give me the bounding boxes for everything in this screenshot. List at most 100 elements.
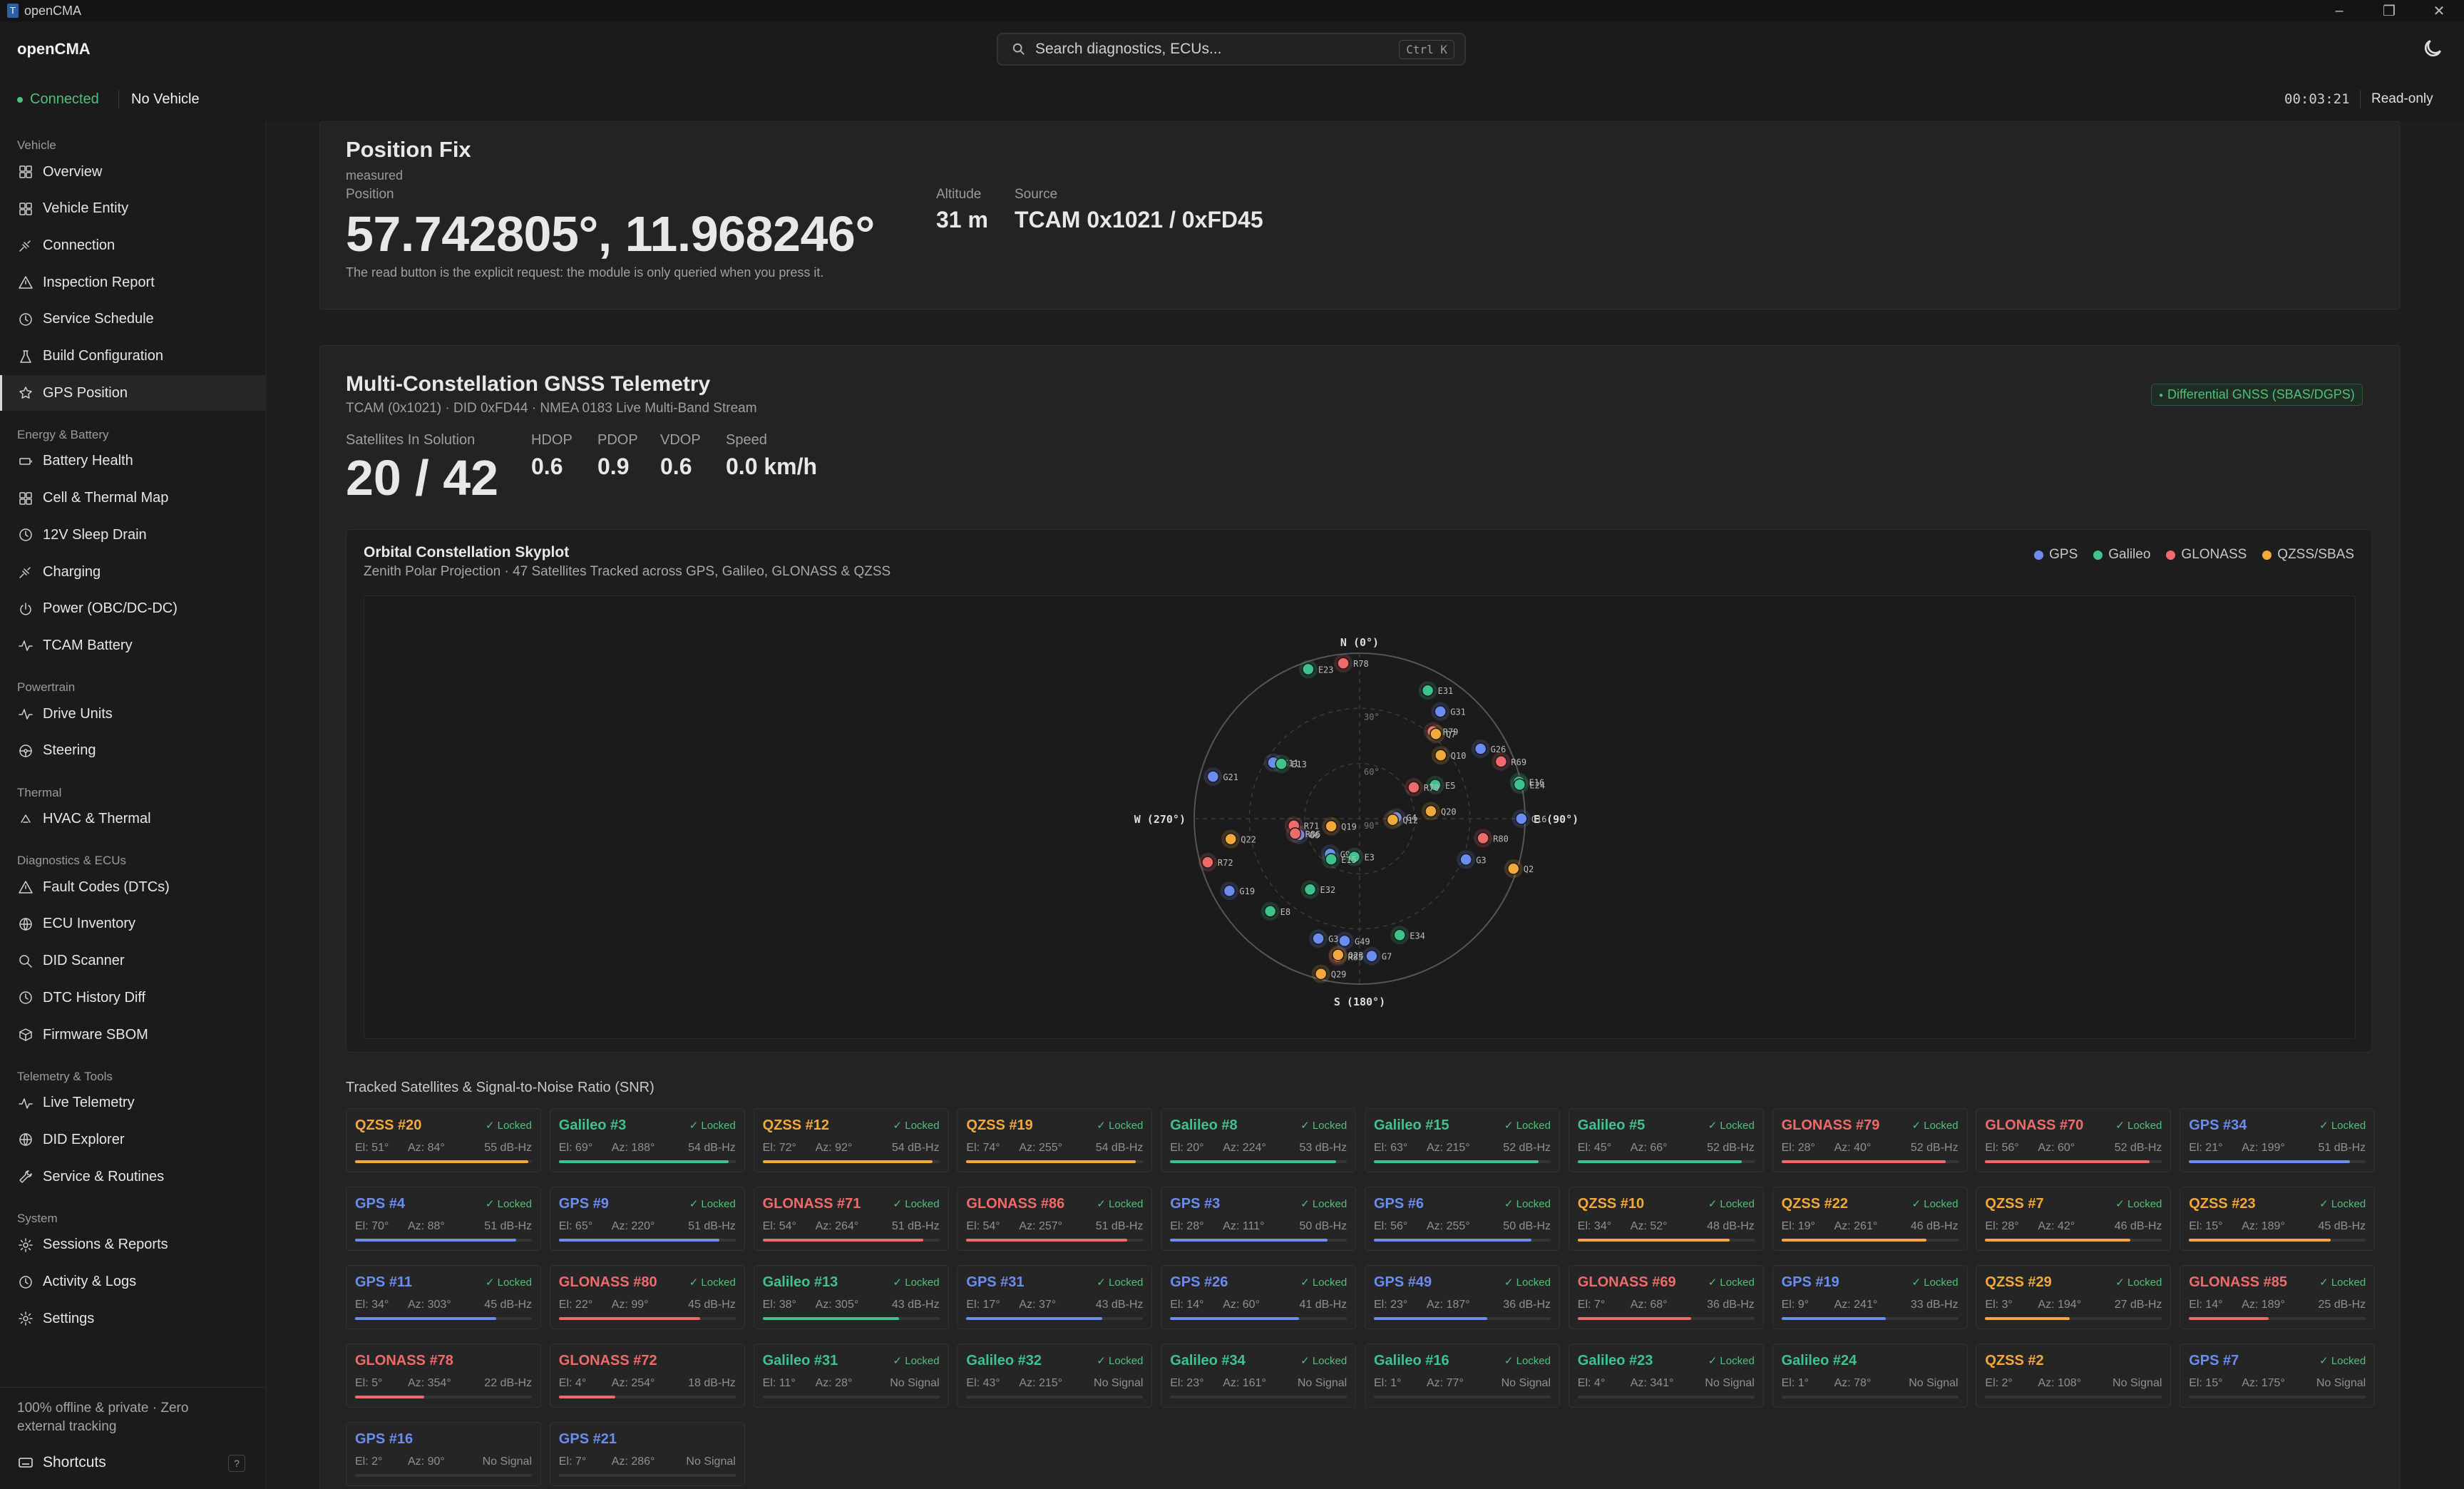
pulse-icon [19, 640, 33, 652]
snr-bar [1985, 1160, 2162, 1163]
skyplot-canvas[interactable]: N (0°) S (180°) E (90°) W (270°) 30° 60° 90° G3… [364, 595, 2356, 1039]
sidebar-item-activity-logs[interactable]: Activity & Logs [0, 1264, 265, 1300]
satellite-tile[interactable]: Galileo #13 ✓ Locked El: 38° Az: 305° 43 dB-… [753, 1265, 949, 1329]
sidebar-item-service-schedule[interactable]: Service Schedule [0, 302, 265, 337]
help-badge[interactable]: ? [228, 1455, 245, 1472]
satellite-tile[interactable]: QZSS #10 ✓ Locked El: 34° Az: 52° 48 dB-Hz [1568, 1187, 1764, 1251]
satellite-tile[interactable]: QZSS #12 ✓ Locked El: 72° Az: 92° 54 dB-Hz [753, 1108, 949, 1172]
satellite-tile[interactable]: GPS #34 ✓ Locked El: 21° Az: 199° 51 dB-Hz [2180, 1108, 2376, 1172]
satellite-tile[interactable]: Galileo #31 ✓ Locked El: 11° Az: 28° No Sign… [753, 1344, 949, 1408]
search-bar[interactable]: Search diagnostics, ECUs... Ctrl K [997, 33, 1466, 66]
satellite-name: Galileo #5 [1577, 1117, 1646, 1133]
satellite-tile[interactable]: Galileo #24 El: 1° Az: 78° No Signal [1772, 1344, 1968, 1408]
sidebar-item-drive-units[interactable]: Drive Units [0, 696, 265, 732]
satellite-tile[interactable]: GPS #7 ✓ Locked El: 15° Az: 175° No Signal [2180, 1344, 2376, 1408]
satellite-tile[interactable]: GPS #31 ✓ Locked El: 17° Az: 37° 43 dB-Hz [957, 1265, 1153, 1329]
satellite-tile[interactable]: Galileo #32 ✓ Locked El: 43° Az: 215° No Sig… [957, 1344, 1153, 1408]
satellite-tile[interactable]: QZSS #2 El: 2° Az: 108° No Signal [1976, 1344, 2172, 1408]
satellite-point [1494, 755, 1508, 768]
satellite-tile[interactable]: QZSS #7 ✓ Locked El: 28° Az: 42° 46 dB-Hz [1976, 1187, 2172, 1251]
satellite-tile[interactable]: GLONASS #69 ✓ Locked El: 7° Az: 68° 36 dB-Hz [1568, 1265, 1764, 1329]
satellite-tile[interactable]: GPS #49 ✓ Locked El: 23° Az: 187° 36 dB-Hz [1365, 1265, 1560, 1329]
snr-bar-fill [1170, 1317, 1300, 1320]
satellite-tile[interactable]: GPS #3 ✓ Locked El: 28° Az: 111° 50 dB-Hz [1161, 1187, 1357, 1251]
satellite-tile[interactable]: QZSS #22 ✓ Locked El: 19° Az: 261° 46 dB-Hz [1772, 1187, 1968, 1251]
sidebar-item-firmware-sbom[interactable]: Firmware SBOM [0, 1017, 265, 1053]
satellite-tile[interactable]: GPS #11 ✓ Locked El: 34° Az: 303° 45 dB-Hz [346, 1265, 541, 1329]
satellite-info: El: 14° Az: 60° 41 dB-Hz [1170, 1299, 1347, 1311]
satellite-tile[interactable]: Galileo #34 ✓ Locked El: 23° Az: 161° No Sig… [1161, 1344, 1357, 1408]
elevation-value: El: 23° [1374, 1299, 1408, 1311]
plug-icon [19, 240, 31, 252]
snr-value: 43 dB-Hz [891, 1299, 940, 1311]
sidebar-item-dtc-history-diff[interactable]: DTC History Diff [0, 980, 265, 1015]
satellite-tile[interactable]: GPS #6 ✓ Locked El: 56° Az: 255° 50 dB-Hz [1365, 1187, 1560, 1251]
satellite-point-label: R70 [1424, 783, 1439, 793]
sidebar-item-gps-position[interactable]: GPS Position [0, 375, 265, 411]
sidebar-item-cell-thermal-map[interactable]: Cell & Thermal Map [0, 481, 265, 516]
sidebar-item-hvac-thermal[interactable]: HVAC & Thermal [0, 802, 265, 837]
sidebar-item-charging[interactable]: Charging [0, 554, 265, 590]
sidebar-item-build-configuration[interactable]: Build Configuration [0, 339, 265, 374]
sidebar-item-live-telemetry[interactable]: Live Telemetry [0, 1085, 265, 1121]
satellite-tile[interactable]: GPS #9 ✓ Locked El: 65° Az: 220° 51 dB-Hz [549, 1187, 745, 1251]
satellite-tile[interactable]: Galileo #5 ✓ Locked El: 45° Az: 66° 52 dB-Hz [1568, 1108, 1764, 1172]
sidebar-item-steering[interactable]: Steering [0, 733, 265, 769]
satellite-tile[interactable]: QZSS #20 ✓ Locked El: 51° Az: 84° 55 dB-Hz [346, 1108, 541, 1172]
satellite-tile[interactable]: GLONASS #72 El: 4° Az: 254° 18 dB-Hz [549, 1344, 745, 1408]
satellite-tile[interactable]: QZSS #23 ✓ Locked El: 15° Az: 189° 45 dB-Hz [2180, 1187, 2376, 1251]
shortcuts-button[interactable]: Shortcuts ? [0, 1445, 265, 1480]
satellite-info: El: 56° Az: 60° 52 dB-Hz [1985, 1142, 2162, 1155]
sidebar-item-service-routines[interactable]: Service & Routines [0, 1159, 265, 1194]
session-clock: 00:03:21 [2284, 91, 2350, 107]
satellite-tile[interactable]: GPS #26 ✓ Locked El: 14° Az: 60° 41 dB-Hz [1161, 1265, 1357, 1329]
sidebar-item-power-obc-dc-dc[interactable]: Power (OBC/DC-DC) [0, 591, 265, 627]
satellite-tile[interactable]: GPS #16 El: 2° Az: 90° No Signal [346, 1422, 541, 1486]
satellite-tile[interactable]: GPS #4 ✓ Locked El: 70° Az: 88° 51 dB-Hz [346, 1187, 541, 1251]
satellite-tile[interactable]: Galileo #23 ✓ Locked El: 4° Az: 341° No Sign… [1568, 1344, 1764, 1408]
grid-icon [19, 491, 32, 505]
sidebar-item-inspection-report[interactable]: Inspection Report [0, 265, 265, 300]
maximize-icon[interactable]: ❐ [2364, 0, 2414, 21]
sidebar-item-battery-health[interactable]: Battery Health [0, 444, 265, 479]
sidebar-item-tcam-battery[interactable]: TCAM Battery [0, 628, 265, 663]
moon-icon[interactable] [2421, 37, 2444, 60]
satellite-point-label: E24 [1529, 780, 1545, 790]
sidebar-item-ecu-inventory[interactable]: ECU Inventory [0, 906, 265, 942]
satellite-tile[interactable]: GPS #19 ✓ Locked El: 9° Az: 241° 33 dB-Hz [1772, 1265, 1968, 1329]
divider [2360, 90, 2361, 108]
minimize-icon[interactable]: – [2314, 0, 2364, 21]
sidebar-item-did-scanner[interactable]: DID Scanner [0, 943, 265, 979]
sidebar-item-sessions-reports[interactable]: Sessions & Reports [0, 1227, 265, 1263]
sidebar-item-vehicle-entity[interactable]: Vehicle Entity [0, 191, 265, 227]
satellite-tile[interactable]: GPS #21 El: 7° Az: 286° No Signal [549, 1422, 745, 1486]
satellite-tile[interactable]: Galileo #16 ✓ Locked El: 1° Az: 77° No Signa… [1365, 1344, 1560, 1408]
satellite-tile[interactable]: GLONASS #78 El: 5° Az: 354° 22 dB-Hz [346, 1344, 541, 1408]
sidebar-item-fault-codes-dtcs[interactable]: Fault Codes (DTCs) [0, 869, 265, 905]
sidebar-item-overview[interactable]: Overview [0, 154, 265, 190]
search-input[interactable]: Search diagnostics, ECUs... [1035, 41, 1399, 58]
snr-bar [558, 1474, 736, 1477]
sidebar-item-connection[interactable]: Connection [0, 227, 265, 263]
satellite-tile[interactable]: QZSS #29 ✓ Locked El: 3° Az: 194° 27 dB-Hz [1976, 1265, 2172, 1329]
satellite-point-label: Q23 [1348, 951, 1364, 961]
satellite-tile[interactable]: GLONASS #80 ✓ Locked El: 22° Az: 99° 45 dB-H… [549, 1265, 745, 1329]
satellite-tile[interactable]: GLONASS #70 ✓ Locked El: 56° Az: 60° 52 dB-H… [1976, 1108, 2172, 1172]
satellite-tile[interactable]: GLONASS #71 ✓ Locked El: 54° Az: 264° 51 dB-… [753, 1187, 949, 1251]
satellite-tile[interactable]: GLONASS #79 ✓ Locked El: 28° Az: 40° 52 dB-H… [1772, 1108, 1968, 1172]
satellite-tile[interactable]: GLONASS #86 ✓ Locked El: 54° Az: 257° 51 dB-… [957, 1187, 1153, 1251]
dgnss-badge: Differential GNSS (SBAS/DGPS) [2151, 384, 2363, 406]
snr-value: 54 dB-Hz [1095, 1142, 1144, 1154]
snr-bar-fill [558, 1239, 720, 1242]
satellite-name: GPS #9 [558, 1196, 609, 1212]
close-icon[interactable]: ✕ [2414, 0, 2464, 21]
satellite-tile[interactable]: QZSS #19 ✓ Locked El: 74° Az: 255° 54 dB-Hz [957, 1108, 1153, 1172]
sidebar-item-12v-sleep-drain[interactable]: 12V Sleep Drain [0, 517, 265, 553]
satellite-tile[interactable]: Galileo #15 ✓ Locked El: 63° Az: 215° 52 dB-… [1365, 1108, 1560, 1172]
sidebar-item-settings[interactable]: Settings [0, 1301, 265, 1336]
brand-logo[interactable]: openCMA [17, 40, 91, 58]
satellite-tile[interactable]: Galileo #3 ✓ Locked El: 69° Az: 188° 54 dB-H… [549, 1108, 745, 1172]
sidebar-item-did-explorer[interactable]: DID Explorer [0, 1122, 265, 1157]
satellite-tile[interactable]: Galileo #8 ✓ Locked El: 20° Az: 224° 53 dB-H… [1161, 1108, 1357, 1172]
satellite-tile[interactable]: GLONASS #85 ✓ Locked El: 14° Az: 189° 25 dB-… [2180, 1265, 2376, 1329]
